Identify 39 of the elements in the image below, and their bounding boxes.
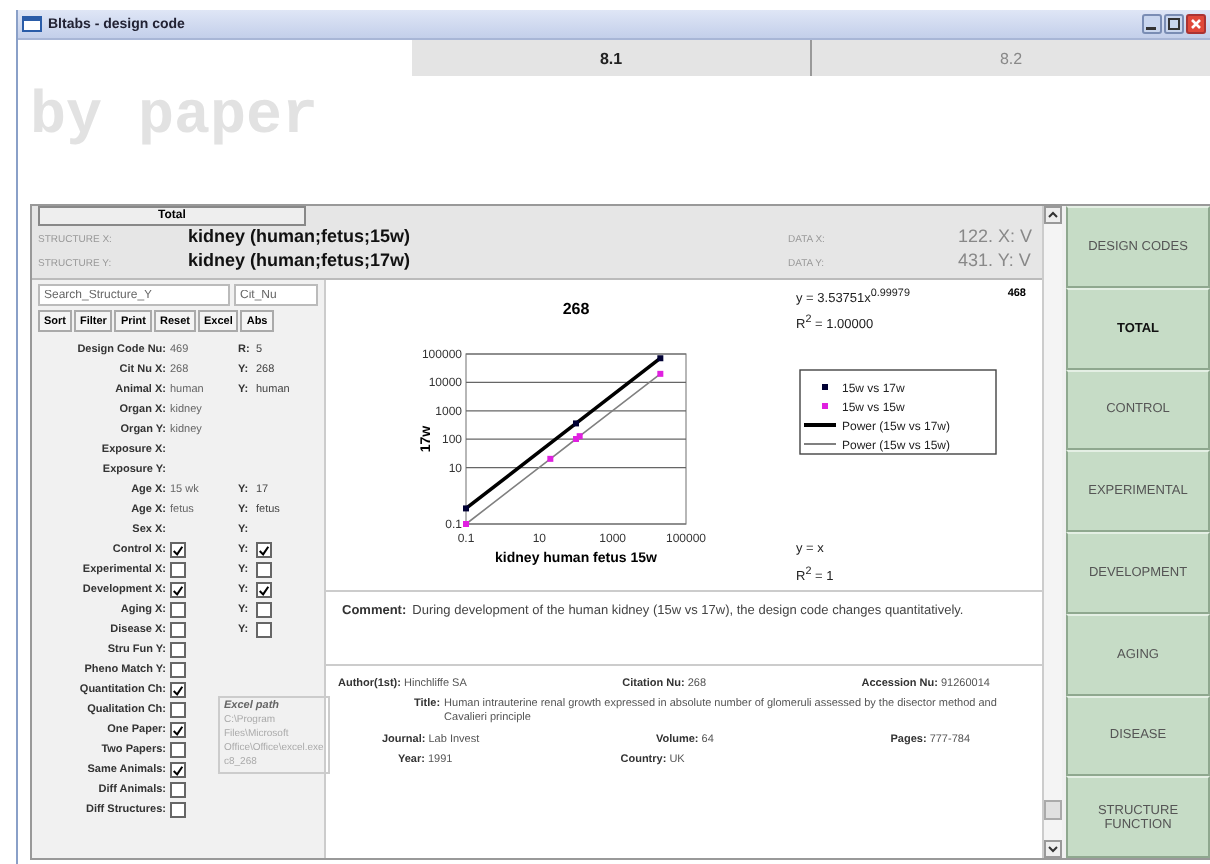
checkbox[interactable]	[170, 562, 186, 578]
checkbox[interactable]	[256, 562, 272, 578]
checkbox[interactable]	[170, 642, 186, 658]
checkbox[interactable]	[170, 742, 186, 758]
data-point	[573, 420, 579, 427]
data-value: 431. Y: V	[958, 250, 1031, 270]
data-point	[463, 505, 469, 512]
data-point	[463, 521, 469, 527]
scroll-down-icon[interactable]	[1044, 840, 1062, 858]
scroll-up-icon[interactable]	[1044, 206, 1062, 224]
data-point	[657, 355, 664, 362]
checkbox[interactable]	[256, 622, 272, 638]
data-value: 122. X: V	[958, 226, 1033, 246]
checkbox[interactable]	[170, 582, 186, 598]
checkbox[interactable]	[170, 702, 186, 718]
checkbox[interactable]	[170, 662, 186, 678]
checkbox[interactable]	[170, 602, 186, 618]
window-icon	[22, 16, 42, 32]
structure-value: kidney (human;fetus;15w)	[188, 226, 413, 246]
structure-value: kidney (human;fetus;17w)	[188, 250, 413, 270]
minimize-icon[interactable]	[1142, 14, 1162, 34]
checkbox[interactable]	[170, 722, 186, 738]
checkbox[interactable]	[170, 542, 186, 558]
data-point	[657, 370, 664, 377]
tab[interactable]: 8.1	[412, 40, 810, 76]
checkbox[interactable]	[170, 782, 186, 798]
scrollbar[interactable]	[1042, 206, 1062, 858]
checkbox[interactable]	[170, 622, 186, 638]
checkbox[interactable]	[170, 682, 186, 698]
checkbox[interactable]	[256, 602, 272, 618]
maximize-icon[interactable]	[1164, 14, 1184, 34]
scroll-thumb[interactable]	[1044, 800, 1062, 820]
checkbox[interactable]	[170, 802, 186, 818]
chart-title: 268	[562, 300, 590, 318]
close-icon[interactable]	[1186, 14, 1206, 34]
checkbox[interactable]	[170, 762, 186, 778]
data-point	[547, 455, 554, 462]
checkbox[interactable]	[256, 582, 272, 598]
checkbox[interactable]	[256, 542, 272, 558]
